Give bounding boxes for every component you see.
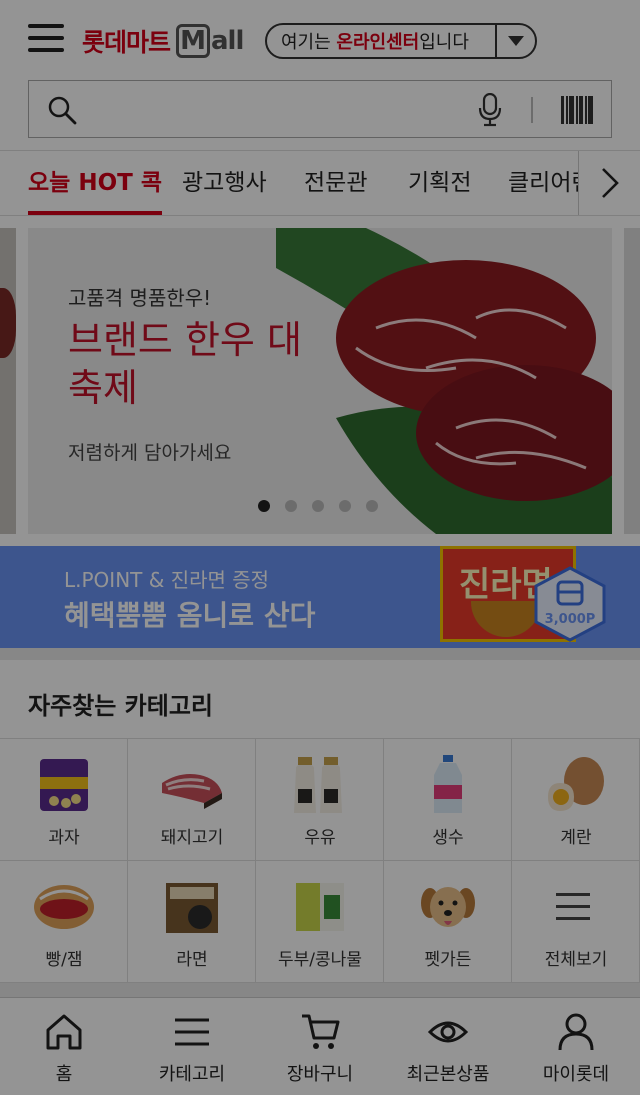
user-icon [558,1013,594,1051]
category-bread-jam[interactable]: 빵/잼 [0,861,128,983]
categories-heading: 자주찾는 카테고리 [28,692,213,720]
nav-label: 홈 [55,1064,73,1085]
nav-label: 최근본상품 [406,1064,490,1085]
nav-label: 장바구니 [286,1064,354,1085]
nav-home[interactable]: 홈 [0,998,128,1095]
previous-slide-peek[interactable] [0,228,16,534]
bread-icon [34,885,94,929]
next-slide-peek[interactable] [624,228,640,534]
logo-all: all [211,26,244,56]
snack-bag-icon [40,759,88,811]
nav-recently-viewed[interactable]: 최근본상품 [384,998,512,1095]
point-badge-text: 3,000P [544,612,596,627]
nav-label: 마이롯데 [542,1064,610,1085]
nav-label: 카테고리 [158,1064,226,1085]
category-view-all[interactable]: 전체보기 [512,861,640,983]
category-label: 계란 [560,828,592,848]
water-bottle-icon [434,755,462,813]
category-pork[interactable]: 돼지고기 [128,739,256,861]
nav-my-lotte[interactable]: 마이롯데 [512,998,640,1095]
bottom-navigation: 홈 카테고리 장바구니 최근본상품 마이롯데 [0,997,640,1095]
point-badge: 3,000P [534,566,606,642]
category-tofu[interactable]: 두부/콩나물 [256,861,384,983]
home-icon [46,1014,82,1050]
category-label: 돼지고기 [160,828,224,848]
pork-belly-icon [162,774,222,809]
tab-ad-events[interactable]: 광고행사 [182,151,267,215]
egg-icon [548,757,604,811]
promo-line1: L.POINT & 진라면 증정 [64,568,270,592]
tab-exhibitions[interactable]: 기획전 [408,151,471,215]
beef-image [276,228,612,534]
ramen-icon [166,883,218,933]
microphone-icon[interactable] [477,93,503,127]
category-tabs: 오늘 HOT 콕 광고행사 전문관 기획전 클리어런스 [0,150,640,216]
category-milk[interactable]: 우유 [256,739,384,861]
carousel-dot[interactable] [366,500,378,512]
logo-text: 롯데마트 [82,28,171,57]
eye-icon [428,1021,468,1043]
carousel-dot[interactable] [285,500,297,512]
carousel-indicator [258,500,393,512]
search-input[interactable] [91,91,471,127]
center-name: 온라인센터 [336,32,420,53]
promo-banner[interactable]: L.POINT & 진라면 증정 혜택뿜뿜 옴니로 산다 진라면 3,000P [0,546,640,648]
category-label: 빵/잼 [45,950,83,970]
tab-today-hot[interactable]: 오늘 HOT 콕 [28,151,162,215]
banner-description: 저렴하게 담아가세요 [68,442,232,464]
promo-line2: 혜택뿜뿜 옴니로 산다 [64,599,316,632]
carousel-dot[interactable] [258,500,270,512]
milk-bottle-icon [294,757,342,813]
logo[interactable]: 롯데마트 M all [82,22,244,60]
search-bar [28,80,612,138]
caret-down-icon[interactable] [495,25,535,57]
search-divider [531,97,533,123]
chevron-right-icon[interactable] [578,151,640,215]
center-select[interactable]: 여기는 온라인센터입니다 [265,23,537,59]
carousel-dot[interactable] [339,500,351,512]
center-select-label: 여기는 온라인센터입니다 [281,32,469,53]
category-label: 과자 [48,828,80,848]
category-label: 펫가든 [424,950,472,970]
hamburger-menu-icon[interactable] [28,24,64,54]
logo-mall: M all [176,24,244,58]
category-ramen[interactable]: 라면 [128,861,256,983]
banner-carousel: 고품격 명품한우! 브랜드 한우 대축제 저렴하게 담아가세요 [0,216,640,546]
section-divider [0,648,640,660]
category-eggs[interactable]: 계란 [512,739,640,861]
barcode-icon[interactable] [561,96,593,124]
category-water[interactable]: 생수 [384,739,512,861]
tofu-icon [296,883,344,931]
hero-banner[interactable]: 고품격 명품한우! 브랜드 한우 대축제 저렴하게 담아가세요 [28,228,612,534]
tab-specialty[interactable]: 전문관 [304,151,367,215]
banner-subtitle: 고품격 명품한우! [68,286,212,310]
list-menu-icon [556,893,590,921]
search-icon[interactable] [47,95,77,125]
nav-category[interactable]: 카테고리 [128,998,256,1095]
logo-m: M [176,24,211,58]
puppy-icon [421,887,475,927]
cart-icon [302,1014,340,1049]
category-label: 두부/콩나물 [278,950,362,970]
category-snacks[interactable]: 과자 [0,739,128,861]
nav-cart[interactable]: 장바구니 [256,998,384,1095]
category-grid: 과자 돼지고기 우유 생수 계란 빵/잼 라면 두부/콩나물 펫가든 전체보기 [0,738,640,983]
category-menu-icon [175,1018,209,1046]
category-label: 생수 [432,828,464,848]
header: 롯데마트 M all 여기는 온라인센터입니다 [0,0,640,80]
carousel-dot[interactable] [312,500,324,512]
section-divider [0,983,640,997]
category-label: 우유 [304,828,336,848]
category-label: 전체보기 [544,950,608,970]
category-label: 라면 [176,950,208,970]
category-pet[interactable]: 펫가든 [384,861,512,983]
